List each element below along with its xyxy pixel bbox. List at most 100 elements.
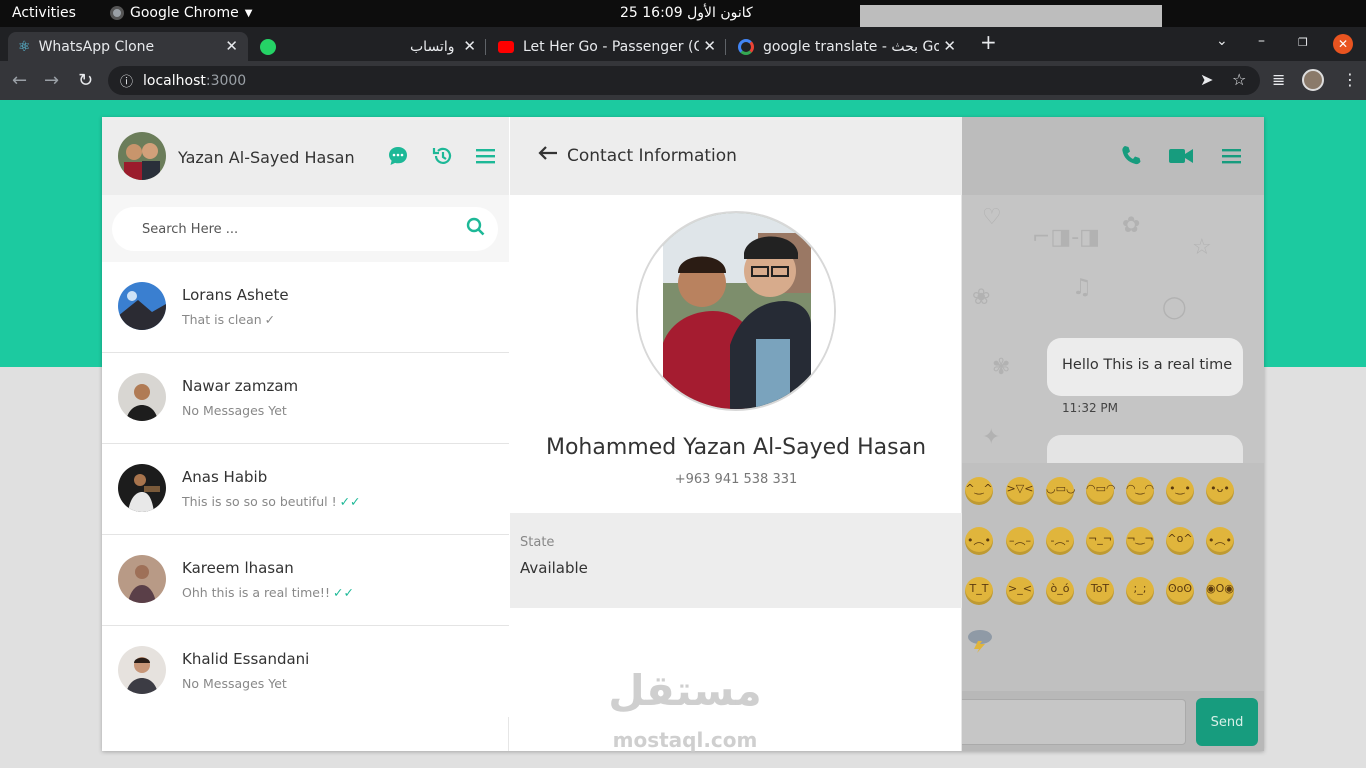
chat-list-item[interactable]: Khalid Essandani No Messages Yet xyxy=(102,626,509,717)
chat-menu-icon[interactable] xyxy=(1222,146,1242,166)
chat-list-item[interactable]: Lorans Ashete That is clean ✓ xyxy=(102,262,509,353)
restore-icon[interactable]: ❐ xyxy=(1298,36,1308,49)
bookmark-star-icon[interactable]: ☆ xyxy=(1232,70,1246,89)
doodle-flower-icon: ✾ xyxy=(992,355,1011,380)
emoji-crying[interactable]: T_T xyxy=(965,577,993,605)
emoji-sweat-smile[interactable]: ^‿^ xyxy=(965,477,993,505)
react-icon: ⚛ xyxy=(18,38,31,55)
contact-full-name: Mohammed Yazan Al-Sayed Hasan xyxy=(545,435,927,460)
message-input[interactable] xyxy=(962,699,1186,745)
close-tab-icon[interactable]: ✕ xyxy=(703,37,716,55)
search-input[interactable]: Search Here ... xyxy=(112,207,498,251)
chat-list-item[interactable]: Kareem lhasan Ohh this is a real time!! ✓… xyxy=(102,535,509,626)
contact-profile-photo[interactable] xyxy=(636,211,836,411)
emoji-scream[interactable]: ◉O◉ xyxy=(1206,577,1234,605)
close-tab-icon[interactable]: ✕ xyxy=(943,37,956,55)
back-arrow-icon[interactable]: ← xyxy=(12,70,27,91)
user-avatar[interactable] xyxy=(118,132,166,180)
contact-state-section: State Available xyxy=(510,513,962,608)
message-bubble[interactable]: Hello This is a real time xyxy=(1047,338,1243,396)
emoji-smirk[interactable]: ¬‿¬ xyxy=(1126,527,1154,555)
tab-title: واتساب xyxy=(410,38,455,55)
emoji-smiley[interactable]: •‿• xyxy=(1166,477,1194,505)
state-value: Available xyxy=(520,559,588,577)
conversation-header xyxy=(962,117,1264,195)
kebab-menu-icon[interactable]: ⋮ xyxy=(1342,70,1358,89)
message-bubble[interactable] xyxy=(1047,435,1243,463)
chat-name: Khalid Essandani xyxy=(182,650,310,668)
caret-down-icon: ▼ xyxy=(244,7,253,19)
emoji-angry[interactable]: ò_ó xyxy=(1046,577,1074,605)
emoji-smile[interactable]: ◠‿◠ xyxy=(1126,477,1154,505)
new-tab-plus-icon[interactable]: + xyxy=(980,30,997,54)
emoji-grin[interactable]: ◠▭◠ xyxy=(1086,477,1116,505)
app-menu[interactable]: Google Chrome ▼ xyxy=(110,5,252,21)
emoji-fearful[interactable]: ʘoʘ xyxy=(1166,577,1194,605)
search-icon[interactable] xyxy=(466,217,486,237)
search-placeholder: Search Here ... xyxy=(142,221,239,237)
tab-youtube[interactable]: Let Her Go - Passenger (O ✕ xyxy=(488,32,726,61)
emoji-sob[interactable]: ToT xyxy=(1086,577,1114,605)
clock[interactable]: 25 كانون الأول 16:09 xyxy=(620,5,753,21)
doodle-music-icon: ♫ xyxy=(1072,275,1092,300)
emoji-partying[interactable]: ^o^ xyxy=(1166,527,1194,555)
history-icon[interactable] xyxy=(432,145,454,167)
emoji-steam[interactable]: >_< xyxy=(1006,577,1034,605)
sent-check-icon: ✓ xyxy=(264,312,276,327)
emoji-laughing[interactable]: >▽< xyxy=(1006,477,1034,505)
emoji-frowning[interactable]: •︵• xyxy=(1206,527,1234,555)
chat-name: Anas Habib xyxy=(182,468,268,486)
chat-last-message-text: Ohh this is a real time!! xyxy=(182,585,330,600)
reload-icon[interactable]: ↻ xyxy=(78,70,93,91)
activities-button[interactable]: Activities xyxy=(12,5,76,21)
state-label: State xyxy=(520,535,555,550)
emoji-pensive[interactable]: –︵– xyxy=(1006,527,1034,555)
forward-arrow-icon[interactable]: → xyxy=(44,70,59,91)
chat-name: Nawar zamzam xyxy=(182,377,299,395)
tab-title: google translate - بحث Go xyxy=(763,38,939,55)
menu-icon[interactable] xyxy=(476,146,496,166)
close-tab-icon[interactable]: ✕ xyxy=(225,37,238,55)
message-text: Hello This is a real time xyxy=(1062,357,1233,373)
close-window-icon[interactable]: ✕ xyxy=(1333,34,1353,54)
send-tab-icon[interactable]: ➤ xyxy=(1200,70,1213,89)
contact-avatar xyxy=(118,646,166,694)
tab-search-chevron-icon[interactable]: ⌄ xyxy=(1216,33,1228,49)
chat-last-message-text: This is so so so beutiful ! xyxy=(182,494,337,509)
tab-google[interactable]: google translate - بحث Go ✕ xyxy=(728,32,966,61)
back-arrow-icon[interactable] xyxy=(538,145,558,161)
emoji-worried[interactable]: •︵• xyxy=(965,527,993,555)
close-tab-icon[interactable]: ✕ xyxy=(463,37,476,55)
user-name: Yazan Al-Sayed Hasan xyxy=(178,148,355,167)
app-menu-label: Google Chrome xyxy=(130,5,239,21)
search-area: Search Here ... xyxy=(102,195,509,262)
info-icon[interactable]: ⓘ xyxy=(120,71,133,90)
emoji-smile[interactable]: •ᴗ• xyxy=(1206,477,1234,505)
doodle-flower-icon: ✿ xyxy=(1122,213,1141,238)
contact-avatar xyxy=(118,464,166,512)
emoji-sad-sweat[interactable]: ;_; xyxy=(1126,577,1154,605)
phone-call-icon[interactable] xyxy=(1120,144,1142,166)
send-button[interactable]: Send xyxy=(1196,698,1258,746)
chat-list-item[interactable]: Nawar zamzam No Messages Yet xyxy=(102,353,509,444)
tab-whatsapp[interactable]: واتساب ✕ xyxy=(250,32,486,61)
tab-whatsapp-clone[interactable]: ⚛ WhatsApp Clone ✕ xyxy=(8,32,248,61)
emoji-unamused[interactable]: ¬_¬ xyxy=(1086,527,1114,555)
video-call-icon[interactable] xyxy=(1169,147,1193,165)
emoji-thunder-cloud[interactable] xyxy=(966,629,994,653)
emoji-disappointed[interactable]: -︵- xyxy=(1046,527,1074,555)
emoji-grin[interactable]: ◡▭◡ xyxy=(1046,477,1076,505)
minimize-icon[interactable]: – xyxy=(1258,33,1265,49)
new-chat-bubble-icon[interactable] xyxy=(387,145,409,167)
whatsapp-icon xyxy=(260,38,276,55)
sidebar-header: Yazan Al-Sayed Hasan xyxy=(102,117,509,195)
chat-list-item[interactable]: Anas Habib This is so so so beutiful ! ✓✓ xyxy=(102,444,509,535)
address-bar[interactable]: ⓘ localhost:3000 xyxy=(108,66,1260,95)
youtube-icon xyxy=(498,40,514,53)
watermark-url: mostaql.com xyxy=(612,728,758,752)
profile-avatar-icon[interactable] xyxy=(1302,69,1324,91)
doodle-balloon-icon: ◯ xyxy=(1162,295,1187,320)
tab-title: WhatsApp Clone xyxy=(38,38,155,55)
os-top-bar: Activities Google Chrome ▼ 25 كانون الأو… xyxy=(0,0,1366,639)
media-controls-icon[interactable]: ≣ xyxy=(1272,70,1285,89)
